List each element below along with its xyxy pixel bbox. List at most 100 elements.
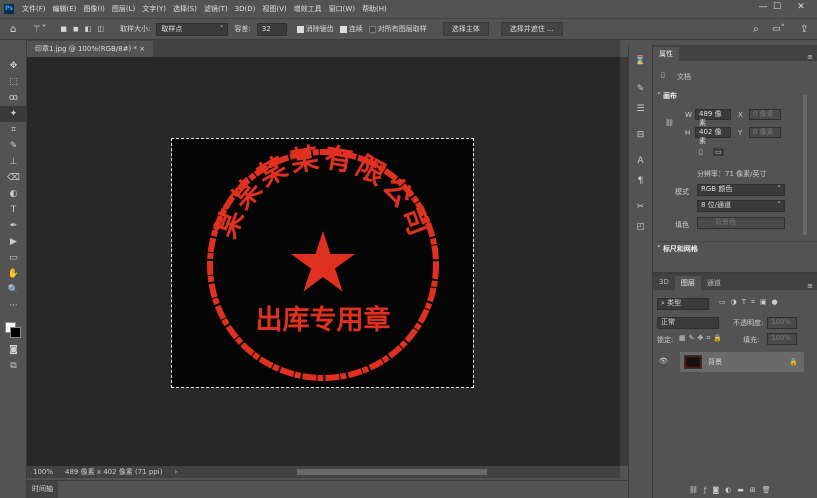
sample-size-select[interactable]: 取样点 ˅: [156, 22, 229, 36]
all-layers-checkbox[interactable]: 对所有图层取样: [368, 24, 427, 34]
landscape-icon[interactable]: ▭: [713, 148, 724, 156]
rulers-section-header[interactable]: ˅ 标尺和网格: [657, 241, 817, 254]
character-icon[interactable]: A: [629, 151, 652, 171]
select-subject-button[interactable]: 选择主体: [442, 22, 489, 36]
layers-footer-icons[interactable]: ⛓ƒ◙◐▬⊞🗑: [689, 486, 777, 494]
screen-mode-icon[interactable]: ⧉: [0, 358, 27, 374]
width-input[interactable]: 489 像素: [695, 109, 731, 127]
properties-panel: 属性 ≡ ▯ 文档 ˅ 画布 ⛓ W 489 像素 X 0 像素 H 402 像素…: [653, 45, 817, 267]
menu-image[interactable]: 图像(I): [83, 4, 105, 14]
document-icon: ▯: [661, 71, 665, 79]
layer-row-background[interactable]: 背景 🔒: [680, 352, 804, 372]
menu-edit[interactable]: 编辑(E): [53, 4, 77, 14]
tab-layers[interactable]: 图层: [674, 276, 701, 290]
document-info: 489 像素 x 402 像素 (71 ppi): [65, 468, 163, 476]
mode-select[interactable]: RGB 颜色 ˅: [697, 184, 785, 196]
fill-select: 背景色: [697, 217, 785, 229]
visibility-eye-icon[interactable]: 👁: [659, 357, 668, 365]
move-tool[interactable]: ✥: [0, 58, 27, 74]
antialias-checkbox[interactable]: 消除锯齿: [296, 24, 334, 34]
zoom-tool[interactable]: 🔍: [0, 282, 27, 298]
height-input[interactable]: 402 像素: [695, 127, 731, 145]
brush-settings-icon[interactable]: ✎: [629, 79, 652, 99]
eraser-tool[interactable]: ⌫: [0, 170, 27, 186]
photoshop-logo: Ps: [4, 4, 14, 14]
portrait-icon[interactable]: ▯: [699, 148, 703, 156]
document-canvas[interactable]: 某某某某有限公司 出库专用章: [171, 138, 474, 388]
shape-tool[interactable]: ▭: [0, 250, 27, 266]
menu-help[interactable]: 帮助(H): [362, 4, 387, 14]
layers-menu-icon[interactable]: ≡: [807, 282, 813, 290]
menu-3d[interactable]: 3D(D): [235, 5, 256, 13]
add-selection-icon[interactable]: ◼: [73, 25, 79, 33]
path-select-tool[interactable]: ▶: [0, 234, 27, 250]
more-tools[interactable]: ···: [0, 298, 27, 314]
brush-tool[interactable]: ✎: [0, 138, 27, 154]
canvas-section-header[interactable]: ˅ 画布: [657, 91, 677, 101]
document-tab[interactable]: 印章1.jpg @ 100%(RGB/8#) * ×: [27, 41, 154, 57]
antialias-label: 消除锯齿: [305, 25, 334, 33]
stamp-bottom-text: 出库专用章: [256, 304, 391, 336]
lock-icons[interactable]: ▦✎✥⌗🔒: [679, 334, 725, 343]
y-input: 0 像素: [749, 127, 781, 138]
status-menu-arrow[interactable]: ›: [174, 466, 177, 478]
layer-filter-search[interactable]: ⌕ 类型: [657, 298, 709, 310]
height-label: H: [685, 129, 691, 137]
canvas-section-label: 画布: [662, 92, 677, 100]
magic-wand-icon[interactable]: ⚚˅: [32, 24, 46, 35]
y-label: Y: [738, 129, 743, 137]
depth-select[interactable]: 8 位/通道 ˅: [697, 200, 785, 212]
tolerance-input[interactable]: 32: [256, 22, 287, 36]
stamp-tool[interactable]: ⊥: [0, 154, 27, 170]
menu-plugins[interactable]: 增效工具: [294, 4, 322, 14]
properties-scrollbar[interactable]: [803, 95, 807, 235]
menu-type[interactable]: 文字(Y): [142, 4, 166, 14]
type-tool[interactable]: T: [0, 202, 27, 218]
lasso-tool[interactable]: ꝏ: [0, 90, 27, 106]
menu-select[interactable]: 选择(S): [173, 4, 197, 14]
libraries-icon[interactable]: ◰: [629, 217, 652, 237]
workspace-icon[interactable]: ▭˅: [772, 24, 785, 34]
menu-view[interactable]: 视图(V): [262, 4, 286, 14]
magic-wand-tool[interactable]: ✦: [0, 106, 27, 122]
share-icon[interactable]: ⇪: [800, 24, 808, 35]
timeline-tab[interactable]: 时间轴: [27, 481, 58, 498]
blend-mode-select[interactable]: 正常: [657, 317, 719, 329]
dodge-tool[interactable]: ◐: [0, 186, 27, 202]
layer-filter-icons[interactable]: ▭◑T⌗▣●: [719, 298, 783, 307]
tab-channels[interactable]: 通道: [701, 276, 727, 290]
search-icon[interactable]: ⌕: [753, 24, 759, 35]
pen-tool[interactable]: ✒: [0, 218, 27, 234]
quick-mask-icon[interactable]: ◙: [0, 342, 27, 358]
clone-source-icon[interactable]: ⊟: [629, 125, 652, 145]
panel-menu-icon[interactable]: ≡: [807, 53, 813, 61]
tab-3d[interactable]: 3D: [653, 276, 675, 290]
crop-tool[interactable]: ⌗: [0, 122, 27, 138]
menu-file[interactable]: 文件(F): [22, 4, 46, 14]
adjustments-icon[interactable]: ☰: [629, 99, 652, 119]
subtract-selection-icon[interactable]: ◧: [85, 25, 92, 33]
vertical-scrollbar[interactable]: [620, 57, 628, 466]
color-swatches[interactable]: [0, 318, 26, 342]
layers-panel: 3D 图层 通道 ≡ ⌕ 类型 ▭◑T⌗▣● 正常 不透明度: 100% 锁定:…: [653, 272, 817, 498]
menu-window[interactable]: 窗口(W): [329, 4, 355, 14]
horizontal-scrollbar[interactable]: [297, 469, 487, 475]
home-icon[interactable]: ⌂: [10, 24, 16, 35]
link-icon[interactable]: ⛓: [665, 119, 674, 127]
new-selection-icon[interactable]: ■: [60, 25, 67, 33]
menu-layer[interactable]: 图层(L): [112, 4, 135, 14]
maximize-button[interactable]: ☐: [766, 2, 788, 15]
close-button[interactable]: ✕: [790, 2, 812, 15]
zoom-level[interactable]: 100%: [33, 466, 53, 478]
contiguous-checkbox[interactable]: 连续: [339, 24, 363, 34]
tools-icon[interactable]: ✂: [629, 197, 652, 217]
marquee-tool[interactable]: ⬚: [0, 74, 27, 90]
intersect-selection-icon[interactable]: ◫: [97, 25, 104, 33]
paragraph-icon[interactable]: ¶: [629, 171, 652, 191]
menu-filter[interactable]: 滤镜(T): [204, 4, 228, 14]
properties-tab[interactable]: 属性: [653, 47, 679, 61]
history-icon[interactable]: ⌛: [629, 51, 652, 71]
hand-tool[interactable]: ✋: [0, 266, 27, 282]
width-label: W: [685, 111, 692, 119]
select-and-mask-button[interactable]: 选择并遮住 ...: [500, 22, 563, 36]
